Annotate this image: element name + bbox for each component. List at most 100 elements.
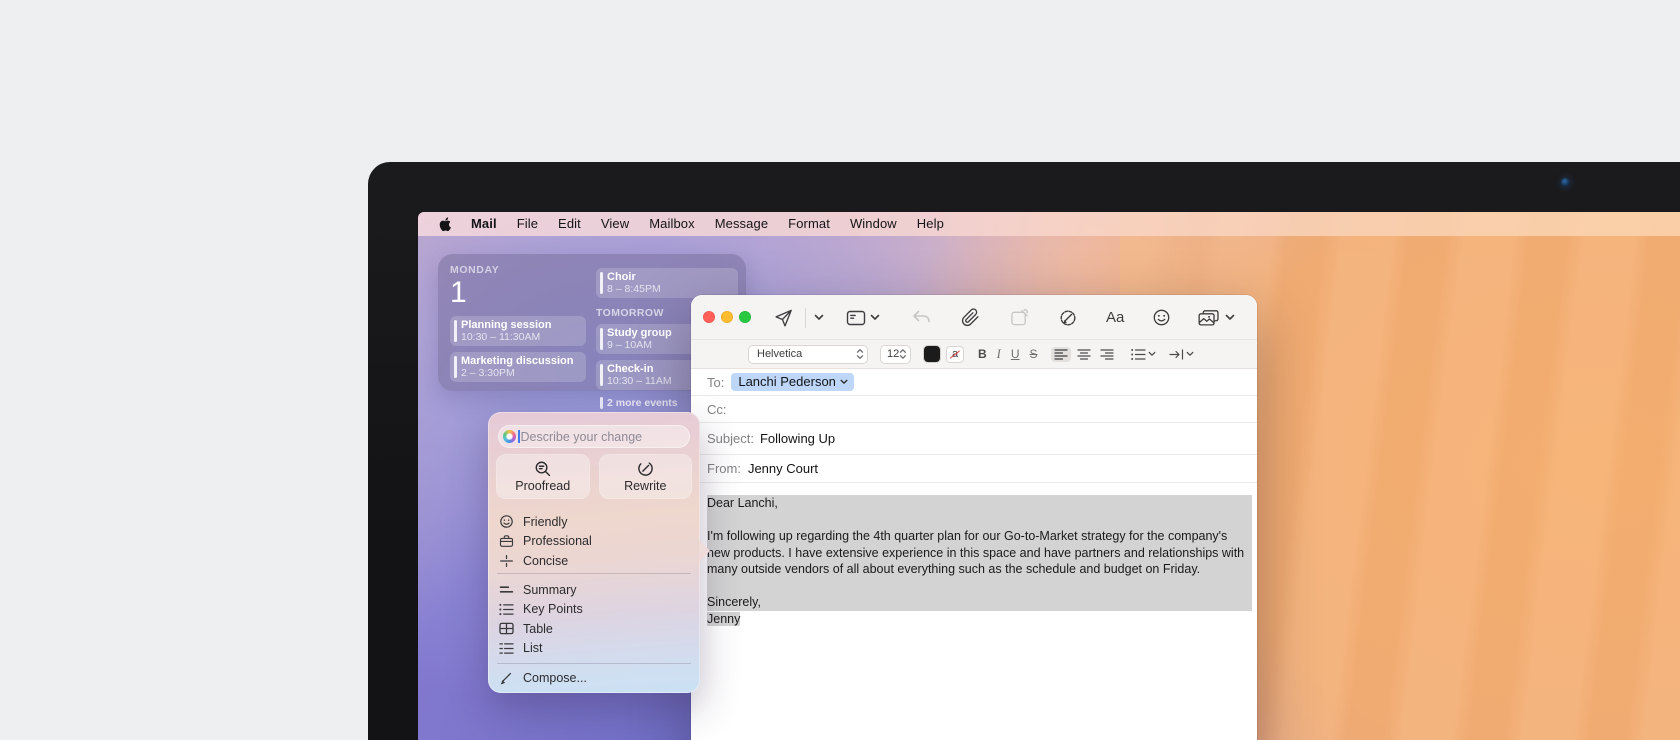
apple-menu[interactable] <box>438 216 453 233</box>
event-title: Planning session <box>461 319 580 331</box>
from-label: From: <box>707 461 741 476</box>
window-controls <box>703 311 751 323</box>
smiley-icon <box>499 514 514 529</box>
mail-compose-window: Aa Helvetica <box>691 295 1257 740</box>
background-color-well[interactable]: a <box>946 346 964 363</box>
format-key-points[interactable]: Key Points <box>498 600 690 620</box>
proofread-label: Proofread <box>515 479 570 493</box>
menu-bar: Mail File Edit View Mailbox Message Form… <box>418 212 1680 236</box>
to-recipient-pill[interactable]: Lanchi Pederson <box>731 373 854 391</box>
proofread-button[interactable]: Proofread <box>496 454 590 499</box>
menu-message[interactable]: Message <box>705 212 778 236</box>
rewrite-label: Rewrite <box>624 479 666 493</box>
event-title: Marketing discussion <box>461 355 580 367</box>
body-greeting: Dear Lanchi, <box>707 495 1252 512</box>
photos-chevron[interactable] <box>1225 314 1235 321</box>
format-button[interactable]: Aa <box>1106 309 1124 326</box>
italic-button[interactable]: I <box>997 347 1001 362</box>
proofread-magnifier-icon <box>534 460 551 477</box>
send-button[interactable] <box>773 308 793 328</box>
undo-button[interactable] <box>911 309 931 326</box>
stepper-icon <box>899 348 907 360</box>
desktop-screen: Mail File Edit View Mailbox Message Form… <box>418 212 1680 740</box>
strikethrough-button[interactable]: S <box>1030 347 1038 361</box>
compose-label: Compose... <box>523 671 587 685</box>
menu-format[interactable]: Format <box>778 212 840 236</box>
tone-friendly[interactable]: Friendly <box>498 512 690 532</box>
align-center-button[interactable] <box>1074 347 1094 362</box>
stepper-icon <box>856 348 864 360</box>
event-time: 8 – 8:45PM <box>607 283 732 295</box>
attach-button[interactable] <box>961 308 980 327</box>
compose-option[interactable]: Compose... <box>498 668 690 688</box>
calendar-event[interactable]: Choir 8 – 8:45PM <box>596 268 738 298</box>
font-size-select[interactable]: 12 <box>880 345 911 364</box>
emoji-button[interactable] <box>1152 308 1171 327</box>
undo-arrow-icon <box>911 309 931 326</box>
photos-button[interactable] <box>1198 309 1219 327</box>
menu-window[interactable]: Window <box>840 212 907 236</box>
emoji-icon <box>1152 308 1171 327</box>
align-left-button[interactable] <box>1051 347 1071 362</box>
markup-icon <box>1010 309 1029 327</box>
chevron-down-icon <box>870 314 880 321</box>
minimize-button[interactable] <box>721 311 733 323</box>
popup-divider <box>497 573 691 574</box>
header-fields-chevron[interactable] <box>870 314 880 321</box>
menu-edit[interactable]: Edit <box>548 212 591 236</box>
menu-file[interactable]: File <box>507 212 548 236</box>
send-options-button[interactable] <box>814 314 824 321</box>
writing-tools-button[interactable] <box>1058 308 1078 328</box>
menu-help[interactable]: Help <box>907 212 954 236</box>
briefcase-icon <box>499 534 514 548</box>
bold-button[interactable]: B <box>978 347 987 361</box>
menu-mailbox[interactable]: Mailbox <box>639 212 705 236</box>
format-list[interactable]: List <box>498 639 690 659</box>
tone-professional[interactable]: Professional <box>498 532 690 552</box>
webcam-icon <box>1561 178 1570 187</box>
describe-change-input[interactable]: Describe your change <box>498 425 690 448</box>
markup-button[interactable] <box>1010 309 1029 327</box>
tone-concise[interactable]: Concise <box>498 551 690 571</box>
header-fields-button[interactable] <box>846 310 866 326</box>
calendar-event[interactable]: Marketing discussion 2 – 3:30PM <box>450 352 586 382</box>
menu-mail[interactable]: Mail <box>461 212 507 236</box>
apple-intelligence-icon <box>503 430 516 443</box>
paperclip-icon <box>961 308 980 327</box>
menu-view[interactable]: View <box>591 212 639 236</box>
align-right-button[interactable] <box>1097 347 1117 362</box>
font-size-value: 12 <box>887 348 899 360</box>
list-icon <box>499 642 514 655</box>
rewrite-button[interactable]: Rewrite <box>599 454 693 499</box>
summary-icon <box>499 584 514 595</box>
chevron-down-icon <box>1225 314 1235 321</box>
header-fields-icon <box>846 310 866 326</box>
chevron-down-icon <box>840 379 848 385</box>
photos-icon <box>1198 309 1219 327</box>
from-field[interactable]: From: Jenny Court <box>691 455 1257 483</box>
font-family-select[interactable]: Helvetica <box>748 345 868 364</box>
format-summary[interactable]: Summary <box>498 580 690 600</box>
subject-field[interactable]: Subject: Following Up <box>691 423 1257 455</box>
concise-icon <box>499 554 514 568</box>
text-color-well[interactable] <box>924 346 940 362</box>
format-table[interactable]: Table <box>498 619 690 639</box>
zoom-button[interactable] <box>739 311 751 323</box>
underline-button[interactable]: U <box>1011 347 1020 361</box>
cc-field[interactable]: Cc: <box>691 396 1257 423</box>
key-points-icon <box>499 603 514 616</box>
selected-text: Dear Lanchi, I'm following up regarding … <box>707 495 1252 611</box>
table-icon <box>499 622 514 635</box>
align-right-icon <box>1100 349 1114 360</box>
list-style-button[interactable] <box>1131 349 1156 360</box>
body-signature: Jenny <box>707 612 740 626</box>
format-label: Key Points <box>523 602 583 616</box>
close-button[interactable] <box>703 311 715 323</box>
to-label: To: <box>707 375 724 390</box>
calendar-event[interactable]: Planning session 10:30 – 11:30AM <box>450 316 586 346</box>
indent-button[interactable] <box>1169 349 1194 360</box>
message-body[interactable]: Dear Lanchi, I'm following up regarding … <box>691 483 1257 627</box>
subject-label: Subject: <box>707 431 754 446</box>
writing-tools-popup: Describe your change Proofread Rewrite F… <box>488 412 700 693</box>
calendar-day-label: MONDAY <box>450 264 586 276</box>
